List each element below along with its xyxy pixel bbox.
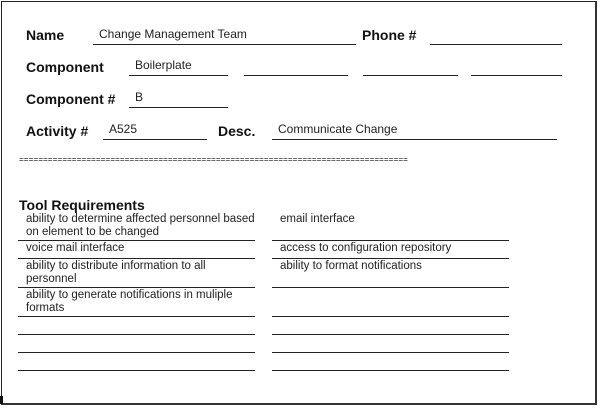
left-requirement-text: ability to determine affected personnel … (26, 213, 255, 238)
component-field-4[interactable] (471, 58, 562, 76)
right-requirement-text: ability to format notifications (280, 260, 422, 272)
right-requirement-5[interactable] (272, 318, 509, 335)
component-number-label: Component # (26, 91, 116, 107)
right-requirement-7[interactable] (272, 354, 509, 371)
separator-line: ========================================… (19, 156, 408, 165)
left-requirement-7[interactable] (18, 354, 255, 371)
activity-field[interactable]: A525 (103, 122, 207, 140)
name-label: Name (26, 27, 65, 43)
right-requirement-text: email interface (280, 213, 355, 225)
phone-field[interactable] (430, 27, 562, 45)
right-requirement-4[interactable] (272, 289, 509, 317)
tool-requirements-heading: Tool Requirements (19, 197, 145, 213)
desc-field[interactable]: Communicate Change (272, 122, 557, 140)
left-requirement-1[interactable]: ability to determine affected personnel … (18, 213, 255, 241)
component-field-1[interactable]: Boilerplate (129, 58, 228, 76)
right-requirement-3[interactable]: ability to format notifications (272, 260, 509, 288)
component-field-2[interactable] (244, 58, 348, 76)
desc-label: Desc. (218, 123, 256, 139)
component-field-3[interactable] (363, 58, 458, 76)
component-label: Component (26, 59, 104, 75)
right-requirement-6[interactable] (272, 336, 509, 353)
phone-label: Phone # (362, 27, 417, 43)
right-requirement-1[interactable]: email interface (272, 213, 509, 241)
left-requirement-text: voice mail interface (26, 242, 125, 254)
left-requirement-2[interactable]: voice mail interface (18, 242, 255, 259)
right-requirement-text: access to configuration repository (280, 242, 452, 254)
name-field[interactable]: Change Management Team (93, 27, 356, 45)
component-number-field[interactable]: B (129, 90, 228, 108)
left-requirement-text: ability to generate notifications in mul… (26, 289, 233, 314)
activity-label: Activity # (26, 123, 89, 139)
left-requirement-6[interactable] (18, 336, 255, 353)
left-requirement-text: ability to distribute information to all… (26, 260, 206, 285)
left-requirement-4[interactable]: ability to generate notifications in mul… (18, 289, 255, 317)
right-requirement-2[interactable]: access to configuration repository (272, 242, 509, 259)
corner-mark (0, 396, 3, 404)
left-requirement-5[interactable] (18, 318, 255, 335)
left-requirement-3[interactable]: ability to distribute information to all… (18, 260, 255, 288)
